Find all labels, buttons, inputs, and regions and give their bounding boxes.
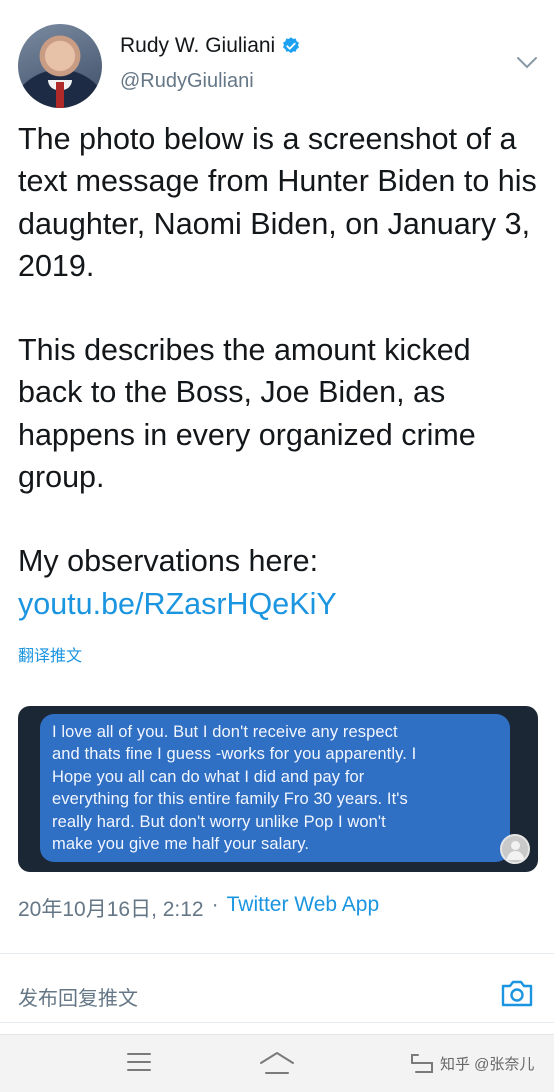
tweet-text: The photo below is a screenshot of a tex… (18, 118, 542, 625)
message-line: really hard. But don't worry unlike Pop … (52, 812, 386, 831)
reply-input[interactable]: 发布回复推文 (18, 982, 138, 1011)
system-nav-bar: 知乎 @张奈儿 (0, 1034, 554, 1092)
tweet-paragraph: My observations here: youtu.be/RZasrHQeK… (18, 544, 337, 621)
tweet-detail-screen: Rudy W. Giuliani @RudyGiuliani The photo… (0, 0, 554, 1092)
timestamp[interactable]: 20年10月16日, 2:12 (18, 893, 204, 923)
name-row[interactable]: Rudy W. Giuliani (120, 34, 301, 58)
handle[interactable]: @RudyGiuliani (120, 70, 254, 93)
avatar[interactable] (18, 24, 102, 108)
message-line: and thats fine I guess -works for you ap… (52, 745, 417, 764)
message-line: make you give me half your salary. (52, 835, 310, 854)
divider (0, 953, 554, 954)
home-icon[interactable] (258, 1050, 296, 1076)
chevron-down-icon[interactable] (516, 56, 538, 70)
tweet-paragraph: This describes the amount kicked back to… (18, 333, 476, 495)
message-line: Hope you all can do what I did and pay f… (52, 767, 365, 786)
message-line: I love all of you. But I don't receive a… (52, 723, 398, 741)
divider (0, 1022, 554, 1023)
message-line: everything for this entire family Fro 30… (52, 790, 408, 809)
verified-badge-icon (283, 37, 300, 54)
reply-bar[interactable]: 发布回复推文 (18, 966, 538, 1022)
camera-icon[interactable] (500, 978, 534, 1008)
tweet-paragraph: The photo below is a screenshot of a tex… (18, 122, 537, 283)
meta-separator: · (211, 893, 219, 916)
text-message-bubble: I love all of you. But I don't receive a… (40, 714, 510, 862)
contact-avatar-icon (500, 834, 530, 864)
tweet-header: Rudy W. Giuliani @RudyGiuliani (18, 22, 538, 112)
watermark: 知乎 @张奈儿 (440, 1056, 535, 1073)
translate-tweet-link[interactable]: 翻译推文 (18, 642, 82, 666)
tweet-meta: 20年10月16日, 2:12 · Twitter Web App (18, 893, 379, 923)
back-icon[interactable] (410, 1051, 436, 1075)
tweet-source[interactable]: Twitter Web App (227, 893, 380, 923)
tweet-image[interactable]: I love all of you. But I don't receive a… (18, 706, 538, 872)
menu-icon[interactable] (126, 1051, 152, 1073)
tweet-link[interactable]: youtu.be/RZasrHQeKiY (18, 587, 337, 621)
display-name[interactable]: Rudy W. Giuliani (120, 34, 275, 58)
